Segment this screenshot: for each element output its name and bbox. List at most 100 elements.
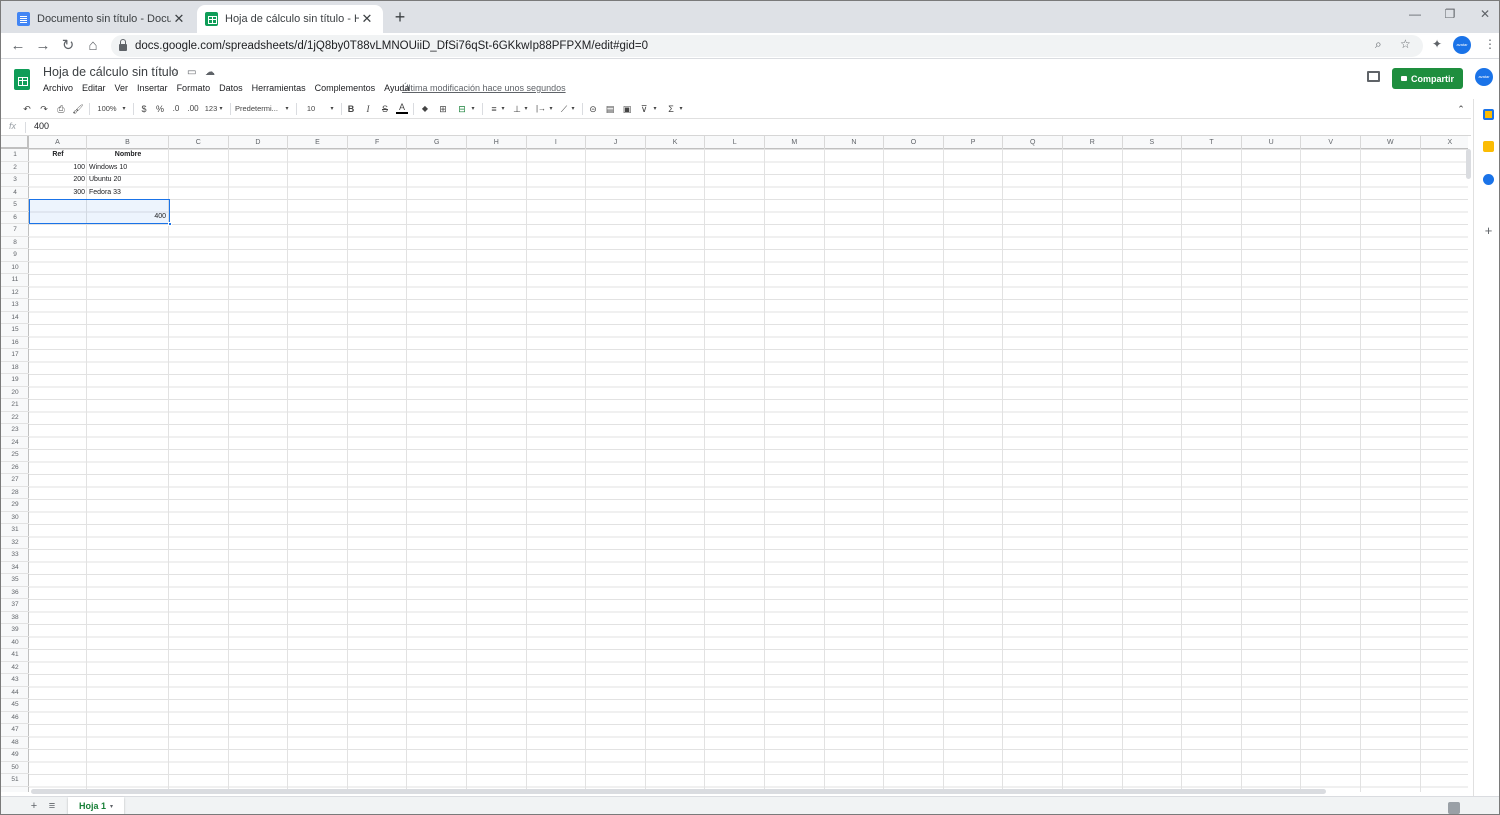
menu-ver[interactable]: Ver <box>115 83 129 93</box>
row-header-31[interactable]: 31 <box>1 524 29 537</box>
avatar[interactable]: avatar <box>1453 36 1471 54</box>
row-header-11[interactable]: 11 <box>1 274 29 287</box>
redo-icon[interactable]: ↷ <box>37 102 51 116</box>
close-icon[interactable]: ✕ <box>171 11 187 27</box>
font-family-select[interactable]: Predetermi... <box>235 102 283 116</box>
row-header-51[interactable]: 51 <box>1 774 29 787</box>
forward-icon[interactable]: → <box>33 36 53 56</box>
collapse-menus-icon[interactable]: ⌃ <box>1455 102 1467 116</box>
reload-icon[interactable]: ↻ <box>58 36 78 56</box>
menu-formato[interactable]: Formato <box>177 83 211 93</box>
column-header-o[interactable]: O <box>884 136 944 149</box>
text-wrap-icon[interactable]: |→ <box>534 102 548 116</box>
row-header-4[interactable]: 4 <box>1 187 29 199</box>
cell-a2[interactable]: 100 <box>29 162 87 175</box>
row-header-24[interactable]: 24 <box>1 437 29 449</box>
column-header-n[interactable]: N <box>825 136 885 149</box>
chevron-down-icon[interactable]: ▾ <box>522 102 530 116</box>
row-header-46[interactable]: 46 <box>1 712 29 724</box>
keep-icon[interactable] <box>1483 141 1494 152</box>
row-header-16[interactable]: 16 <box>1 337 29 349</box>
column-header-s[interactable]: S <box>1123 136 1183 149</box>
currency-format-button[interactable]: $ <box>138 102 150 116</box>
zoom-icon[interactable]: ⌕ <box>1375 37 1382 52</box>
filter-icon[interactable]: ⊽ <box>638 102 650 116</box>
home-icon[interactable]: ⌂ <box>83 36 103 56</box>
minimize-icon[interactable]: — <box>1406 7 1424 21</box>
cell-area[interactable]: Ref Nombre 100 Windows 10 200 Ubuntu 20 … <box>29 149 1468 792</box>
column-header-m[interactable]: M <box>765 136 825 149</box>
percent-format-button[interactable]: % <box>154 102 166 116</box>
menu-archivo[interactable]: Archivo <box>43 83 73 93</box>
tab-documento[interactable]: Documento sin título - Documen ✕ <box>9 5 195 33</box>
functions-icon[interactable]: Σ <box>665 102 677 116</box>
fill-handle[interactable] <box>168 222 172 226</box>
insert-link-icon[interactable]: ⊝ <box>587 102 599 116</box>
row-header-3[interactable]: 3 <box>1 174 29 187</box>
row-header-33[interactable]: 33 <box>1 549 29 562</box>
column-header-u[interactable]: U <box>1242 136 1302 149</box>
row-header-25[interactable]: 25 <box>1 449 29 462</box>
row-header-6[interactable]: 6 <box>1 212 29 224</box>
column-header-v[interactable]: V <box>1301 136 1361 149</box>
sheet-tab-hoja-1[interactable]: Hoja 1 ▾ <box>68 797 124 814</box>
chevron-down-icon[interactable]: ▾ <box>110 803 113 810</box>
insert-chart-icon[interactable]: ▣ <box>621 102 633 116</box>
chevron-down-icon[interactable]: ▾ <box>677 102 685 116</box>
tab-hoja-calculo[interactable]: Hoja de cálculo sin título - Hojas ✕ <box>197 5 383 33</box>
chevron-down-icon[interactable]: ▾ <box>651 102 659 116</box>
column-header-r[interactable]: R <box>1063 136 1123 149</box>
row-header-22[interactable]: 22 <box>1 412 29 424</box>
column-header-j[interactable]: J <box>586 136 646 149</box>
row-header-20[interactable]: 20 <box>1 387 29 399</box>
add-addon-icon[interactable]: + <box>1483 224 1494 237</box>
add-sheet-icon[interactable]: + <box>27 800 41 812</box>
row-header-48[interactable]: 48 <box>1 737 29 749</box>
insert-comment-icon[interactable]: ▤ <box>604 102 616 116</box>
column-header-i[interactable]: I <box>527 136 587 149</box>
column-header-b[interactable]: B <box>87 136 169 149</box>
cell-b2[interactable]: Windows 10 <box>87 162 169 175</box>
column-header-w[interactable]: W <box>1361 136 1421 149</box>
comments-icon[interactable] <box>1367 71 1380 82</box>
row-header-42[interactable]: 42 <box>1 662 29 674</box>
row-header-28[interactable]: 28 <box>1 487 29 499</box>
column-header-e[interactable]: E <box>288 136 348 149</box>
row-header-9[interactable]: 9 <box>1 249 29 262</box>
chevron-down-icon[interactable]: ▾ <box>328 102 336 116</box>
row-header-38[interactable]: 38 <box>1 612 29 624</box>
row-header-23[interactable]: 23 <box>1 424 29 437</box>
increase-decimal-button[interactable]: .00 <box>185 102 201 116</box>
row-header-7[interactable]: 7 <box>1 224 29 237</box>
horizontal-scrollbar[interactable] <box>31 789 1326 794</box>
all-sheets-icon[interactable]: ≡ <box>45 800 59 812</box>
text-color-button[interactable]: A <box>396 102 408 114</box>
row-header-50[interactable]: 50 <box>1 762 29 774</box>
column-header-d[interactable]: D <box>229 136 289 149</box>
restore-icon[interactable]: ❐ <box>1441 7 1459 21</box>
column-header-l[interactable]: L <box>705 136 765 149</box>
avatar[interactable]: avatar <box>1475 68 1493 86</box>
row-header-17[interactable]: 17 <box>1 349 29 362</box>
chevron-down-icon[interactable]: ▾ <box>120 102 128 116</box>
row-header-40[interactable]: 40 <box>1 637 29 649</box>
column-header-f[interactable]: F <box>348 136 408 149</box>
more-formats-button[interactable]: 123 <box>204 102 218 116</box>
star-icon[interactable]: ☆ <box>170 67 179 78</box>
zoom-select[interactable]: 100% <box>94 102 120 116</box>
chevron-down-icon[interactable]: ▾ <box>547 102 555 116</box>
close-window-icon[interactable]: ✕ <box>1476 7 1494 21</box>
row-header-21[interactable]: 21 <box>1 399 29 412</box>
undo-icon[interactable]: ↶ <box>20 102 34 116</box>
row-header-29[interactable]: 29 <box>1 499 29 512</box>
column-header-c[interactable]: C <box>169 136 229 149</box>
print-icon[interactable]: ⎙ <box>54 102 68 116</box>
row-header-15[interactable]: 15 <box>1 324 29 337</box>
row-header-43[interactable]: 43 <box>1 674 29 687</box>
row-header-37[interactable]: 37 <box>1 599 29 612</box>
row-header-36[interactable]: 36 <box>1 587 29 599</box>
menu-datos[interactable]: Datos <box>219 83 243 93</box>
row-header-27[interactable]: 27 <box>1 474 29 487</box>
document-title[interactable]: Hoja de cálculo sin título <box>43 65 179 79</box>
row-header-1[interactable]: 1 <box>1 149 29 162</box>
